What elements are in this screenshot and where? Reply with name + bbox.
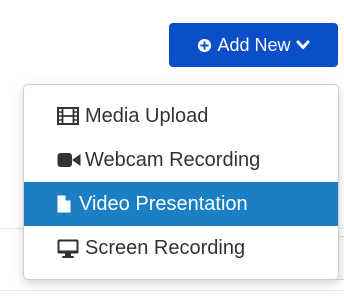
add-new-dropdown-menu: Media Upload Webcam Recording Video Pres… (23, 84, 339, 280)
menu-item-label: Media Upload (85, 104, 209, 127)
menu-item-video-presentation[interactable]: Video Presentation (24, 182, 338, 226)
menu-item-label: Video Presentation (79, 192, 248, 215)
divider-bottom (0, 290, 344, 291)
plus-circle-icon (197, 38, 212, 53)
page: t Add New (0, 0, 344, 299)
video-camera-icon (57, 150, 85, 170)
desktop-icon (57, 238, 85, 258)
file-icon (57, 194, 79, 214)
menu-item-screen-recording[interactable]: Screen Recording (24, 226, 338, 270)
chevron-down-icon (296, 39, 310, 51)
menu-item-label: Screen Recording (85, 236, 246, 259)
film-icon (57, 106, 85, 126)
add-new-button[interactable]: Add New (169, 23, 338, 67)
menu-item-media-upload[interactable]: Media Upload (24, 94, 338, 138)
add-new-label: Add New (217, 34, 291, 55)
menu-item-label: Webcam Recording (85, 148, 261, 171)
menu-item-webcam-recording[interactable]: Webcam Recording (24, 138, 338, 182)
